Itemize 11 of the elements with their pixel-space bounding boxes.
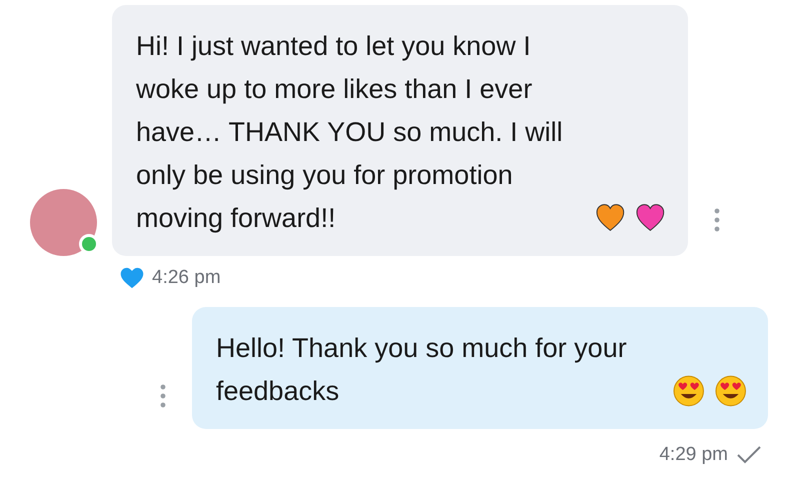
heart-icon: [635, 202, 666, 234]
heart-eyes-face-icon: [673, 374, 705, 406]
heart-icon[interactable]: [120, 267, 144, 290]
more-options-icon[interactable]: [160, 384, 166, 408]
message-text: Hi! I just wanted to let you know I woke up to more likes than I ever have… THANK YOU so much. I will only be using you for promotion moving forward!!: [136, 30, 564, 235]
more-options-icon[interactable]: [714, 208, 720, 232]
heart-icon: [594, 202, 626, 234]
heart-eyes-face-icon: [714, 374, 746, 406]
message-text: Hello! Thank you so much for your feedbacks: [216, 332, 628, 408]
message-time: 4:26 pm: [152, 266, 221, 290]
message-time: 4:29 pm: [659, 442, 728, 466]
